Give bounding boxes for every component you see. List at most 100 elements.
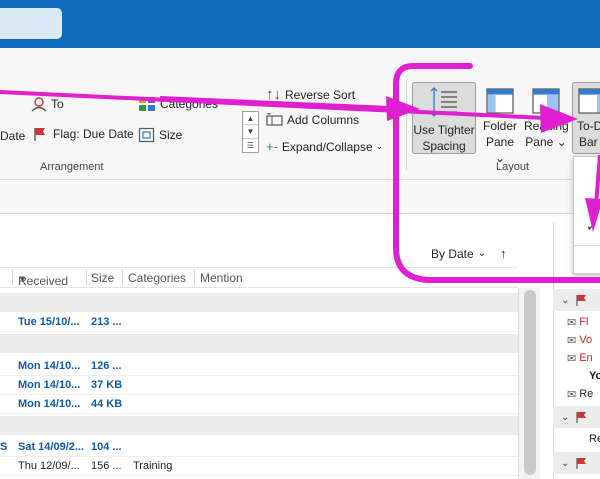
mail-icon: ✉ [567,316,577,329]
arrange-to-button[interactable]: To [30,96,64,112]
arrange-flag-due-button[interactable]: Flag: Due Date [32,126,134,142]
reading-pane-button[interactable]: Reading Pane ⌄ [524,82,569,154]
sort-down-icon: ▼ [18,274,27,284]
todo-group-header[interactable]: ⌄ [553,452,600,474]
person-icon [31,97,47,112]
arrange-flag-due-label: Flag: Due Date [53,127,134,141]
flag-icon [34,128,45,141]
sort-label: By Date [431,246,474,261]
cell-size: 37 KB [91,379,123,391]
folder-pane-button[interactable]: Folder Pane ⌄ [480,82,520,165]
dropdown-divider [574,245,600,246]
todo-bar-button[interactable]: To-Do Bar [572,82,600,154]
cell-size: 126 ... [91,360,122,372]
date-group-header[interactable] [0,416,518,435]
cell-size: 156 ... [91,460,122,472]
cell-received: Tue 15/10/... [18,316,80,328]
reading-pane-line2: Pane ⌄ [525,135,567,149]
chevron-down-icon: ⌄ [561,411,570,423]
reverse-sort-label: Reverse Sort [285,87,356,102]
arrange-categories-button[interactable]: Categories [138,96,218,112]
todo-bar-line1: To-Do [577,119,600,133]
add-columns-button[interactable]: Add Columns [266,113,359,127]
message-list-scrollbar[interactable] [518,288,540,479]
todo-item-text: Re [589,433,600,445]
date-group-header[interactable] [0,293,518,312]
column-size[interactable]: Size [91,271,114,285]
gallery-up-button[interactable]: ▲ [243,112,258,126]
column-mention[interactable]: Mention [200,271,243,285]
use-tighter-line2: Spacing [422,139,466,153]
arrange-to-label: To [51,97,64,111]
table-row[interactable]: Tue 15/10/... 213 ... [0,313,518,332]
cell-size: 104 ... [91,441,122,453]
add-columns-icon [266,113,283,126]
todo-item-text: Vo [579,334,593,346]
column-categories[interactable]: Categories [128,271,186,285]
table-row[interactable]: Mon 14/10... 37 KB [0,376,518,395]
chevron-down-icon: ⌄ [561,457,570,469]
cell-received: Mon 14/10... [18,398,81,410]
mail-icon: ✉ [567,334,577,347]
cell-received: Thu 12/09/... [18,460,80,472]
cell-received: Sat 14/09/2... [18,441,85,453]
column-separator [86,270,87,285]
scrollbar-thumb[interactable] [524,290,536,475]
gallery-more-button[interactable]: ☰ [243,139,258,152]
flag-icon [576,294,587,306]
todo-item[interactable]: Re [553,430,600,448]
table-row[interactable]: Thu 12/09/... 156 ... Training [0,457,518,476]
chevron-down-icon: ⌄ [477,248,487,259]
folder-pane-line1: Folder [482,119,517,133]
sort-by-date-control[interactable]: By Date ⌄ ↑ [431,246,507,261]
group-separator [406,80,407,170]
column-header: Received ▼ Size Categories Mention [0,267,518,288]
todo-bar-dropdown-menu: ✓ [573,156,600,274]
todo-bar-line2: Bar [579,135,598,149]
todo-group-header[interactable]: ⌄ [553,289,600,311]
date-group-header[interactable] [0,334,518,353]
mail-icon: ✉ [567,388,577,401]
todo-group-header[interactable]: ⌄ [553,406,600,428]
todo-item[interactable]: ✉ Vo [553,331,600,349]
todo-item[interactable]: ✉ En [553,349,600,367]
reverse-sort-icon: ↑↓ [266,86,281,103]
cell-categories: Training [133,460,173,472]
flag-icon [576,457,587,469]
ribbon-lower-strip [0,180,600,214]
search-box[interactable] [0,8,62,39]
arrange-date-button[interactable]: Date [0,129,25,143]
cell-size: 213 ... [91,316,122,328]
cell-received: Mon 14/10... [18,379,81,391]
add-columns-label: Add Columns [287,113,360,127]
dropdown-menu-item-checked[interactable]: ✓ [574,211,600,241]
todo-item-text: Yo [589,370,600,382]
arrange-size-button[interactable]: Size [138,127,182,143]
cell-size: 44 KB [91,398,123,410]
todo-item[interactable]: ✉ Fl [553,313,600,331]
expand-collapse-icon: +- [266,139,278,154]
reading-pane-line1: Reading [524,119,569,133]
folder-pane-icon [486,88,514,114]
layout-group-label: Layout [496,161,530,173]
checkmark-icon: ✓ [586,218,598,234]
arrangement-gallery-scroll[interactable]: ▲ ▼ ☰ [242,111,259,153]
categories-icon [139,97,155,111]
table-row[interactable]: Mon 14/10... 126 ... [0,357,518,376]
column-separator [12,270,13,285]
todo-item[interactable]: Yo [553,367,600,385]
reverse-sort-button[interactable]: ↑↓ Reverse Sort [266,86,355,103]
size-icon [138,127,155,143]
sort-direction-arrow-icon[interactable]: ↑ [500,246,507,261]
table-row[interactable]: Mon 14/10... 44 KB [0,395,518,414]
expand-collapse-button[interactable]: +- Expand/Collapse ⌄ [266,139,383,154]
todo-item-text: En [579,352,593,364]
todo-bar-icon [578,88,600,114]
use-tighter-line1: Use Tighter [413,123,475,137]
mail-icon: ✉ [567,352,577,365]
table-row[interactable]: S Sat 14/09/2... 104 ... [0,438,518,457]
todo-item[interactable]: ✉ Re [553,385,600,403]
column-separator [122,270,123,285]
use-tighter-spacing-button[interactable]: Use Tighter Spacing [412,82,476,154]
gallery-down-button[interactable]: ▼ [243,125,258,139]
